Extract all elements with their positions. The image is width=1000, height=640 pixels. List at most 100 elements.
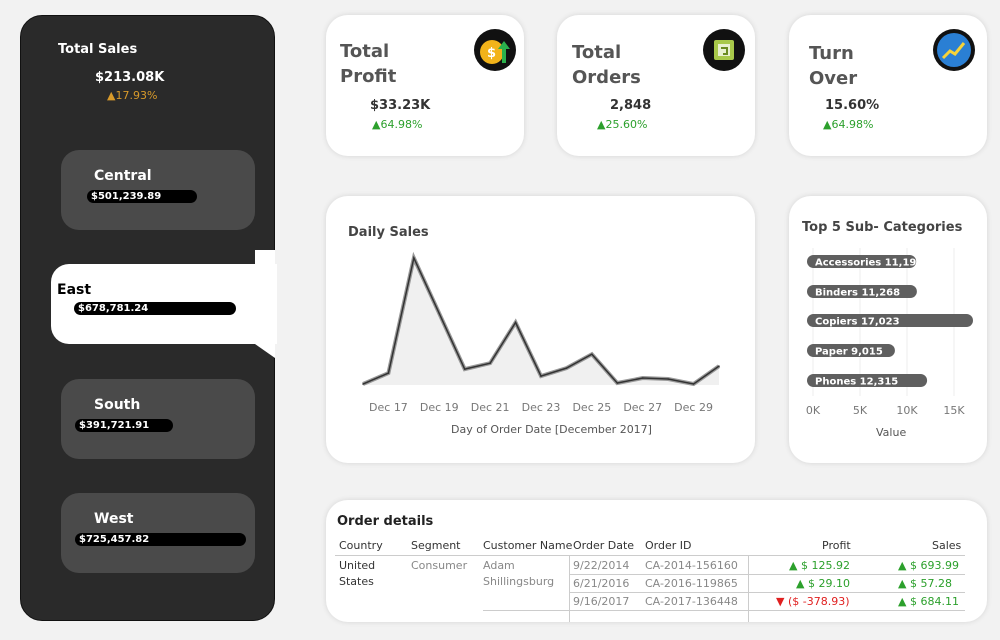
kpi-title: Total Profit: [340, 39, 396, 89]
bar-label: Accessories 11,196: [815, 258, 923, 269]
kpi-title-line2: Orders: [572, 67, 641, 88]
order-date-cell: 9/22/2014: [573, 559, 630, 572]
x-tick-label: 5K: [853, 404, 868, 417]
bar-label: Binders 11,268: [815, 288, 900, 299]
sales-sidebar: Total Sales $213.08K ▲17.93% Central $50…: [20, 15, 277, 621]
kpi-change: ▲25.60%: [597, 118, 648, 131]
row-divider: [483, 610, 965, 611]
region-east[interactable]: East $678,781.24: [51, 264, 277, 344]
country-line1: United: [339, 559, 376, 572]
x-tick-label: Dec 23: [522, 401, 561, 414]
region-name: East: [57, 282, 92, 298]
daily-sales-point: [387, 372, 390, 374]
col-header-sales[interactable]: Sales: [932, 539, 961, 552]
daily-sales-point: [438, 312, 441, 315]
kpi-card-orders: Total Orders 2,848 ▲25.60%: [557, 15, 755, 156]
customer-line2: Shillingsburg: [483, 575, 555, 588]
region-central[interactable]: Central $501,239.89: [61, 150, 255, 230]
order-details-card: Order details Country Segment Customer N…: [326, 500, 987, 622]
daily-sales-point: [616, 382, 619, 384]
bar-label: Copiers 17,023: [815, 317, 900, 328]
col-header-order-id[interactable]: Order ID: [645, 539, 691, 552]
region-name: South: [94, 397, 141, 413]
region-value: $725,457.82: [75, 533, 246, 546]
sales-cell: ▲ $ 57.28: [898, 577, 952, 590]
total-sales-value: $213.08K: [95, 70, 165, 85]
region-name: Central: [94, 168, 152, 184]
sales-cell: ▲ $ 684.11: [898, 595, 959, 608]
kpi-value: $33.23K: [370, 98, 431, 113]
kpi-title: Turn Over: [809, 41, 857, 91]
x-tick-label: Dec 19: [420, 401, 459, 414]
svg-text:$: $: [487, 46, 496, 61]
daily-sales-point: [641, 377, 644, 379]
profit-cell: ▲ $ 29.10: [796, 577, 850, 590]
daily-sales-point: [692, 383, 695, 385]
profit-cell: ▼ ($ -378.93): [776, 595, 850, 608]
col-header-segment[interactable]: Segment: [411, 539, 461, 552]
total-sales-change: ▲17.93%: [107, 89, 158, 102]
x-tick-label: Dec 21: [471, 401, 510, 414]
dollar-coin-icon: $: [474, 29, 516, 71]
daily-sales-point: [489, 362, 491, 364]
header-divider: [335, 555, 965, 556]
kpi-title-line2: Over: [809, 68, 858, 89]
row-divider: [569, 592, 965, 593]
col-header-order-date[interactable]: Order Date: [573, 539, 634, 552]
daily-sales-point: [591, 353, 593, 356]
region-west[interactable]: West $725,457.82: [61, 493, 255, 573]
region-name: West: [94, 511, 134, 527]
bar-label: Phones 12,315: [815, 377, 898, 388]
customer-line1: Adam: [483, 559, 515, 572]
row-divider: [569, 574, 965, 575]
daily-sales-point: [718, 365, 720, 367]
profit-cell: ▲ $ 125.92: [789, 559, 850, 572]
x-tick-label: 0K: [806, 404, 821, 417]
kpi-title-line2: Profit: [340, 66, 397, 87]
x-tick-label: Dec 25: [572, 401, 611, 414]
order-id-cell: CA-2014-156160: [645, 559, 738, 572]
col-header-profit[interactable]: Profit: [822, 539, 851, 552]
daily-sales-point: [413, 257, 415, 259]
daily-sales-point: [463, 368, 466, 370]
col-divider: [748, 555, 749, 622]
order-box-icon: [703, 29, 745, 71]
daily-sales-area: [363, 258, 719, 385]
kpi-change: ▲64.98%: [372, 118, 423, 131]
daily-sales-card: Daily Sales Dec 17 Dec 19 Dec 21 Dec 23 Dec …: [326, 196, 755, 463]
total-sales-title: Total Sales: [58, 42, 138, 57]
kpi-card-turnover: Turn Over 15.60% ▲64.98%: [789, 15, 987, 156]
country-line2: States: [339, 575, 374, 588]
kpi-value: 2,848: [610, 98, 652, 113]
col-header-country[interactable]: Country: [339, 539, 383, 552]
kpi-title-line1: Turn: [809, 43, 854, 64]
kpi-title: Total Orders: [572, 40, 641, 90]
top5-chart: 0K 5K 10K 15K Accessories 11,196 Binders 11,2…: [806, 248, 973, 417]
x-axis-label: Day of Order Date [December 2017]: [451, 423, 652, 436]
x-tick-label: Dec 29: [674, 401, 713, 414]
kpi-value: 15.60%: [825, 98, 880, 113]
kpi-card-profit: Total Profit $ $33.23K ▲64.98%: [326, 15, 524, 156]
table-title: Order details: [337, 514, 434, 529]
selected-region-connector: [255, 250, 275, 358]
daily-sales-point: [362, 383, 364, 385]
trend-chart-icon: [933, 29, 975, 71]
kpi-title-line1: Total: [340, 41, 390, 62]
bar-label: Paper 9,015: [815, 347, 883, 358]
top5-card: Top 5 Sub- Categories 0K 5K 10K 15K Accessor…: [789, 196, 987, 463]
region-value: $678,781.24: [74, 302, 236, 315]
col-divider: [569, 555, 570, 622]
x-tick-label: Dec 27: [623, 401, 662, 414]
daily-sales-point: [667, 378, 669, 380]
segment-cell: Consumer: [411, 559, 468, 572]
daily-sales-point: [540, 375, 542, 377]
col-header-customer[interactable]: Customer Name: [483, 539, 572, 552]
region-south[interactable]: South $391,721.91: [61, 379, 255, 459]
x-axis-label: Value: [876, 426, 907, 439]
daily-sales-point: [565, 367, 568, 369]
x-tick-label: 15K: [943, 404, 965, 417]
x-tick-label: 10K: [896, 404, 918, 417]
order-id-cell: CA-2017-136448: [645, 595, 738, 608]
daily-sales-point: [514, 321, 517, 324]
order-date-cell: 9/16/2017: [573, 595, 630, 608]
